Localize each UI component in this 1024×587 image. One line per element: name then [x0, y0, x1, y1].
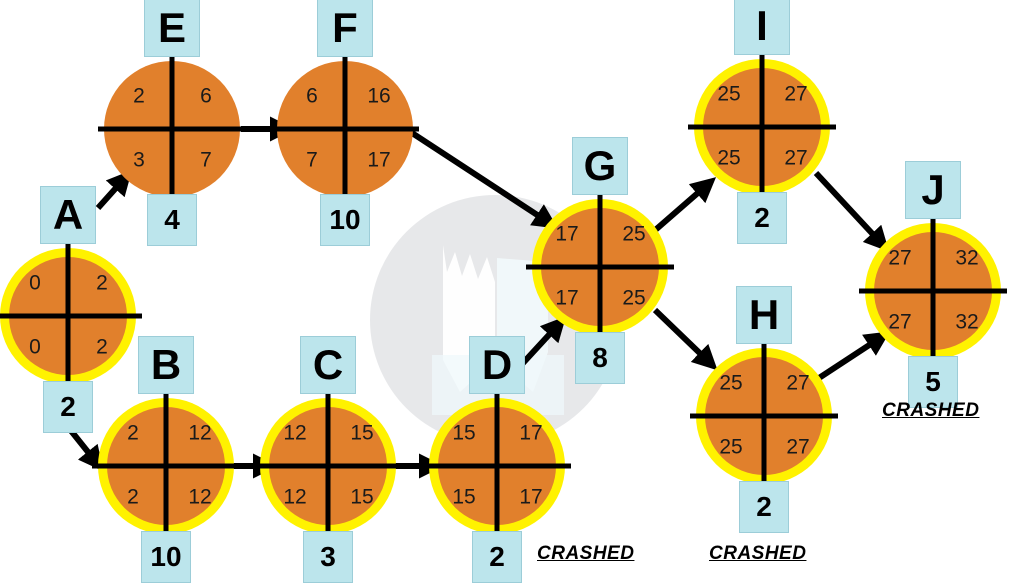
node-b-early-finish: 12 [188, 422, 211, 445]
node-j-early-start: 27 [888, 247, 911, 270]
node-a-early-finish: 2 [96, 272, 108, 295]
node-b-early-start: 2 [127, 422, 139, 445]
node-a-late-finish: 2 [96, 336, 108, 359]
node-duration-box-c: 3 [303, 531, 353, 583]
node-c-late-start: 12 [283, 486, 306, 509]
node-f-late-finish: 17 [367, 149, 390, 172]
node-i-late-start: 25 [717, 147, 740, 170]
node-h-late-start: 25 [719, 436, 742, 459]
node-duration-box-a: 2 [43, 381, 93, 433]
node-c[interactable]: 12 15 12 15 [254, 392, 402, 540]
edge-arrow-f-to-g [407, 128, 559, 229]
edge-arrow-a-to-e [95, 170, 133, 211]
node-i[interactable]: 25 27 25 27 [688, 53, 836, 201]
node-duration-box-f: 10 [320, 194, 370, 246]
crashed-label-h: CRASHED [709, 543, 807, 564]
node-c-early-finish: 15 [350, 422, 373, 445]
node-g-early-start: 17 [555, 223, 578, 246]
node-h-early-start: 25 [719, 372, 742, 395]
node-c-early-start: 12 [283, 422, 306, 445]
crashed-label-d: CRASHED [537, 543, 635, 564]
node-name-box-i: I [734, 0, 790, 55]
node-f-early-start: 6 [306, 85, 318, 108]
node-j-early-finish: 32 [955, 247, 978, 270]
edge-arrow-i-to-j [813, 170, 890, 252]
node-duration-box-g: 8 [575, 332, 625, 384]
node-a[interactable]: 0 2 0 2 [0, 242, 142, 390]
node-e-early-finish: 6 [200, 85, 212, 108]
node-e-late-finish: 7 [200, 149, 212, 172]
node-i-early-finish: 27 [784, 83, 807, 106]
node-name-box-d: D [469, 336, 525, 394]
node-j-late-start: 27 [888, 311, 911, 334]
node-g-late-finish: 25 [622, 287, 645, 310]
node-i-late-finish: 27 [784, 147, 807, 170]
node-j-late-finish: 32 [955, 311, 978, 334]
node-f-early-finish: 16 [367, 85, 390, 108]
node-a-early-start: 0 [29, 272, 41, 295]
network-diagram-canvas: 0 2 0 2 2 6 3 7 6 16 7 17 2 12 2 12 12 15 12 15 15 17 15 17 17 25… [0, 0, 1024, 587]
node-name-box-c: C [300, 336, 356, 394]
node-g-early-finish: 25 [622, 223, 645, 246]
node-e-early-start: 2 [133, 85, 145, 108]
node-e-late-start: 3 [133, 149, 145, 172]
node-d[interactable]: 15 17 15 17 [423, 392, 571, 540]
crashed-label-j: CRASHED [882, 400, 980, 421]
node-name-box-b: B [138, 336, 194, 394]
network-graphics-layer: 0 20 22 63 76 167 172 122 1212 1512 1515 1715 1717 25… [0, 53, 1007, 540]
node-name-box-j: J [905, 161, 961, 219]
nodes-layer: 0 20 22 63 76 167 172 122 1212 1512 1515 1715 1717 25… [0, 53, 1007, 540]
node-duration-box-h: 2 [739, 481, 789, 533]
node-c-late-finish: 15 [350, 486, 373, 509]
node-a-late-start: 0 [29, 336, 41, 359]
node-duration-box-d: 2 [472, 531, 522, 583]
node-d-late-start: 15 [452, 486, 475, 509]
node-g[interactable]: 17 25 17 25 [526, 193, 674, 341]
node-f-late-start: 7 [306, 149, 318, 172]
node-i-early-start: 25 [717, 83, 740, 106]
node-g-late-start: 17 [555, 287, 578, 310]
edge-arrow-h-to-j [817, 331, 891, 381]
node-b-late-start: 2 [127, 486, 139, 509]
node-d-late-finish: 17 [519, 486, 542, 509]
node-name-box-a: A [40, 186, 96, 244]
node-h-late-finish: 27 [786, 436, 809, 459]
node-name-box-g: G [572, 137, 628, 195]
node-f[interactable]: 6 16 7 17 [271, 55, 419, 203]
node-h-early-finish: 27 [786, 372, 809, 395]
node-b[interactable]: 2 12 2 12 [92, 392, 240, 540]
node-name-box-f: F [317, 0, 373, 57]
node-duration-box-e: 4 [147, 194, 197, 246]
edge-arrow-g-to-i [651, 177, 717, 235]
node-name-box-h: H [736, 286, 792, 344]
node-name-box-e: E [144, 0, 200, 57]
node-duration-box-b: 10 [141, 531, 191, 583]
edge-arrow-g-to-h [652, 307, 718, 371]
node-duration-box-i: 2 [737, 192, 787, 244]
node-d-early-finish: 17 [519, 422, 542, 445]
node-b-late-finish: 12 [188, 486, 211, 509]
node-d-early-start: 15 [452, 422, 475, 445]
node-h[interactable]: 25 27 25 27 [690, 342, 838, 490]
